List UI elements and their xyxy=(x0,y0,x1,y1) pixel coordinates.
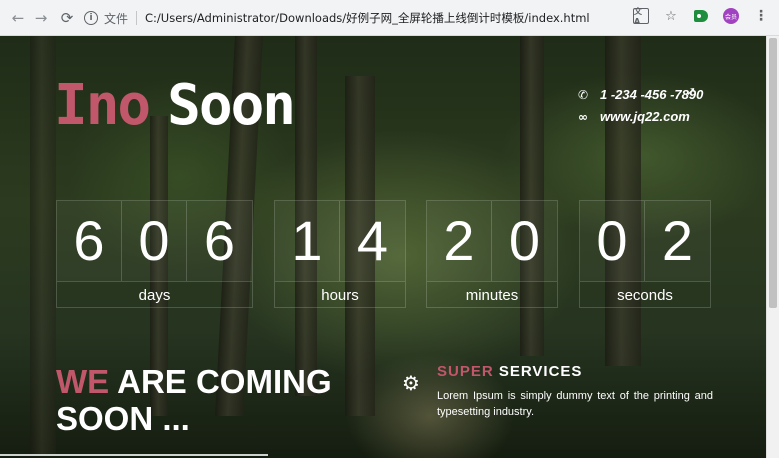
phone-icon: ✆ xyxy=(578,88,589,102)
back-icon[interactable]: ← xyxy=(7,7,29,29)
minutes-digit: 2 xyxy=(427,201,492,281)
scroll-thumb[interactable] xyxy=(769,38,777,308)
services-title-rest: SERVICES xyxy=(493,363,583,380)
contact-info: ✆ 1 -234 -456 -7890 ∞ www.jq22.com xyxy=(578,84,703,128)
extension-tag-icon[interactable] xyxy=(693,8,709,24)
services-title-accent: SUPER xyxy=(437,363,494,380)
logo-part-2: Soon xyxy=(167,73,296,138)
gear-icon: ⚙ xyxy=(402,371,420,395)
site-logo[interactable]: Ino Soon xyxy=(54,73,296,138)
info-icon[interactable]: i xyxy=(84,11,98,25)
hero-background: Ino Soon ✆ 1 -234 -456 -7890 ∞ www.jq22.c… xyxy=(0,36,766,458)
seconds-label: seconds xyxy=(580,281,710,309)
reload-icon[interactable]: ⟳ xyxy=(56,7,78,29)
hours-digit: 1 xyxy=(275,201,340,281)
seconds-digit: 2 xyxy=(645,201,710,281)
divider xyxy=(136,11,138,25)
website-link[interactable]: www.jq22.com xyxy=(600,106,690,128)
link-icon: ∞ xyxy=(578,110,588,124)
vertical-scrollbar[interactable] xyxy=(766,36,779,458)
days-label: days xyxy=(57,281,252,309)
logo-part-1: Ino xyxy=(54,73,151,138)
countdown-minutes: 2 0 minutes xyxy=(426,200,558,308)
days-digit: 6 xyxy=(187,201,252,281)
hours-digit: 4 xyxy=(340,201,405,281)
address-bar[interactable]: i 文件 C:/Users/Administrator/Downloads/好例… xyxy=(78,6,638,30)
services-description: Lorem Ipsum is simply dummy text of the … xyxy=(437,390,713,418)
days-digit: 0 xyxy=(122,201,187,281)
slide-progress-bar xyxy=(0,454,268,456)
menu-icon[interactable]: ⋮ xyxy=(753,8,769,24)
avatar[interactable]: 会员 xyxy=(723,8,739,24)
minutes-digit: 0 xyxy=(492,201,557,281)
countdown-seconds: 0 2 seconds xyxy=(579,200,711,308)
countdown-hours: 1 4 hours xyxy=(274,200,406,308)
minutes-label: minutes xyxy=(427,281,557,309)
mouse-cursor-icon: ➚ xyxy=(686,84,697,98)
headline-line1: ARE COMING xyxy=(109,363,332,400)
url-text[interactable]: C:/Users/Administrator/Downloads/好例子网_全屏… xyxy=(145,10,590,26)
browser-toolbar: ← → ⟳ i 文件 C:/Users/Administrator/Downlo… xyxy=(0,0,779,36)
tree-trunk xyxy=(30,36,56,456)
headline: WE ARE COMING SOON ... xyxy=(56,363,332,437)
star-icon[interactable]: ☆ xyxy=(663,8,679,24)
days-digit: 6 xyxy=(57,201,122,281)
translate-icon[interactable]: 文A xyxy=(633,7,649,26)
headline-accent: WE xyxy=(56,363,110,400)
seconds-digit: 0 xyxy=(580,201,645,281)
file-label: 文件 xyxy=(104,11,129,26)
countdown-days: 6 0 6 days xyxy=(56,200,253,308)
hours-label: hours xyxy=(275,281,405,309)
headline-line2: SOON ... xyxy=(56,400,190,437)
forward-icon[interactable]: → xyxy=(30,7,52,29)
services-title: SUPER SERVICES xyxy=(437,363,582,380)
